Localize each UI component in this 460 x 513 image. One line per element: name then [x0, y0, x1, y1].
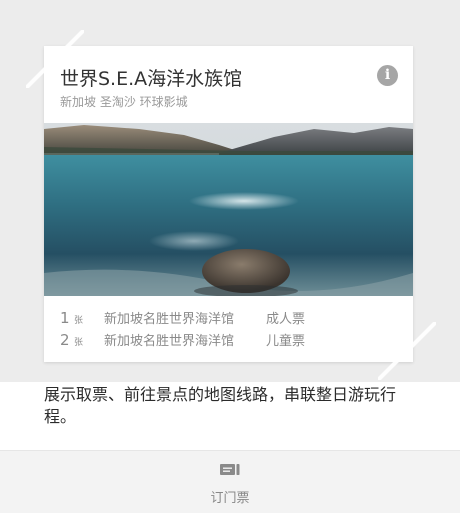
ticket-list: 1 张 新加坡名胜世界海洋馆 成人票 2 张 新加坡名胜世界海洋馆 儿童票	[60, 308, 305, 352]
feature-description: 展示取票、前往景点的地图线路，串联整日游玩行程。	[44, 385, 397, 426]
ticket-name: 新加坡名胜世界海洋馆	[104, 334, 235, 349]
attraction-card[interactable]: 世界S.E.A海洋水族馆 新加坡 圣淘沙 环球影城 i 1 张 新加坡名胜世界海…	[44, 46, 413, 362]
attraction-location: 新加坡 圣淘沙 环球影城	[60, 95, 188, 109]
ticket-count: 1	[60, 309, 70, 327]
ticket-row: 2 张 新加坡名胜世界海洋馆 儿童票	[60, 330, 305, 352]
card-fold-decoration	[378, 322, 436, 380]
attraction-title: 世界S.E.A海洋水族馆	[60, 68, 243, 90]
book-tickets-label: 订门票	[210, 491, 250, 506]
ticket-type: 成人票	[266, 312, 306, 327]
ticket-type: 儿童票	[266, 334, 306, 349]
ticket-unit: 张	[74, 316, 84, 326]
attraction-photo	[44, 123, 413, 296]
card-fold-decoration	[26, 30, 84, 88]
book-tickets-button[interactable]: 订门票	[0, 450, 460, 513]
ticket-row: 1 张 新加坡名胜世界海洋馆 成人票	[60, 308, 305, 330]
ticket-name: 新加坡名胜世界海洋馆	[104, 312, 235, 327]
ticket-icon	[220, 464, 240, 475]
info-icon[interactable]: i	[377, 65, 398, 86]
ticket-unit: 张	[74, 338, 84, 348]
ticket-count: 2	[60, 331, 70, 349]
